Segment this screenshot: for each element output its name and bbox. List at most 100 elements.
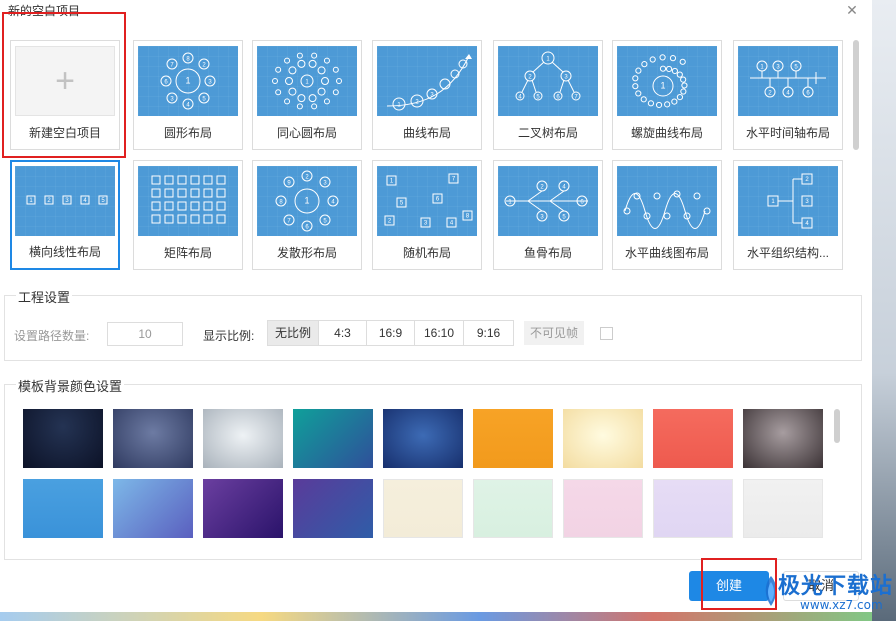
ratio-option-9-16[interactable]: 9:16 [464, 321, 513, 345]
ratio-option-16-10[interactable]: 16:10 [415, 321, 464, 345]
bg-color-swatch[interactable] [293, 479, 373, 538]
path-count-input[interactable] [107, 322, 183, 346]
layout-diagram-icon: 12345 [15, 166, 115, 236]
template-label: 发散形布局 [276, 246, 337, 260]
bg-color-swatch[interactable] [563, 409, 643, 468]
color-scrollbar[interactable] [834, 409, 840, 443]
layout-thumb-random: 17568234 [377, 166, 477, 236]
template-label: 水平组织结构... [746, 246, 829, 260]
template-label: 螺旋曲线布局 [630, 126, 703, 140]
layout-thumb-spiral: 1 [617, 46, 717, 116]
template-label: 矩阵布局 [163, 246, 212, 260]
svg-text:1: 1 [304, 196, 309, 206]
dialog-title: 新的空白项目 [8, 4, 81, 18]
layout-diagram-icon [617, 166, 717, 236]
ratio-option-none[interactable]: 无比例 [268, 321, 319, 345]
bg-color-swatch[interactable] [473, 409, 553, 468]
svg-text:1: 1 [185, 76, 190, 86]
template-label: 水平时间轴布局 [745, 126, 830, 140]
template-label: 二叉树布局 [517, 126, 578, 140]
plus-icon: + [55, 62, 75, 100]
watermark-brand: 极光下载站 [778, 574, 894, 599]
layout-diagram-icon: 12 34 5 6 7 [498, 46, 598, 116]
ratio-selector: 无比例 4:3 16:9 16:10 9:16 [267, 320, 514, 346]
bg-color-swatch[interactable] [473, 479, 553, 538]
ratio-option-4-3[interactable]: 4:3 [319, 321, 367, 345]
layout-diagram-icon: 1234 [738, 166, 838, 236]
bg-color-swatch[interactable] [113, 479, 193, 538]
close-icon[interactable]: ✕ [844, 2, 860, 18]
layout-thumb-tree: 1234567 [498, 46, 598, 116]
ratio-label: 显示比例: [203, 329, 255, 343]
template-card-spiral[interactable]: 1 螺旋曲线布局 [612, 40, 722, 150]
layout-diagram-icon: 1 [617, 46, 717, 116]
template-card-fishbone[interactable]: 1 6 2 4 3 5 鱼骨布局 [493, 160, 603, 270]
bg-color-swatch[interactable] [383, 409, 463, 468]
ratio-option-16-9[interactable]: 16:9 [367, 321, 415, 345]
bg-color-swatch[interactable] [653, 479, 733, 538]
background-app-peek [0, 612, 872, 621]
template-label: 横向线性布局 [28, 245, 101, 259]
layout-diagram-icon: 1 62 43 5 [498, 166, 598, 236]
bg-color-swatch[interactable] [563, 479, 643, 538]
template-label: 同心圆布局 [276, 126, 337, 140]
layout-thumb-fishbone: 162435 [498, 166, 598, 236]
template-label: 随机布局 [402, 246, 451, 260]
template-card-blank[interactable]: + 新建空白项目 [10, 40, 120, 150]
bg-color-swatch[interactable] [203, 479, 283, 538]
template-grid: + 新建空白项目 1 8 2 3 5 4 3 6 7 圆形布局 1 同心圆布局 1 2 3 曲线布局 1 2 3 4 5 6 7… [10, 40, 850, 272]
layout-thumb-curve: 123 [377, 46, 477, 116]
layout-thumb-org: 1234 [738, 166, 838, 236]
layout-thumb-wave [617, 166, 717, 236]
layout-thumb-linear: 12345 [15, 166, 115, 236]
template-label: 鱼骨布局 [523, 246, 572, 260]
template-label: 新建空白项目 [28, 126, 101, 140]
svg-text:1: 1 [660, 81, 665, 91]
template-card-timeline[interactable]: 1 3 5 2 4 6 水平时间轴布局 [733, 40, 843, 150]
bg-color-swatch[interactable] [113, 409, 193, 468]
layout-thumb-matrix [138, 166, 238, 236]
invisible-frame-label: 不可见帧 [524, 321, 585, 345]
template-label: 水平曲线图布局 [624, 246, 709, 260]
template-card-curve[interactable]: 1 2 3 曲线布局 [372, 40, 482, 150]
template-card-linear[interactable]: 1 2 3 4 5 横向线性布局 [10, 160, 120, 270]
bg-color-swatch[interactable] [653, 409, 733, 468]
layout-diagram-icon: 1 23 [377, 46, 477, 116]
project-settings-title: 工程设置 [16, 287, 73, 306]
bg-color-swatch[interactable] [743, 479, 823, 538]
template-label: 圆形布局 [163, 126, 212, 140]
template-scrollbar[interactable] [853, 40, 859, 150]
new-project-dialog: 新的空白项目 ✕ + 新建空白项目 1 8 2 3 5 4 3 6 7 圆形布局 1 同心圆布局 1 2 3 曲线… [0, 0, 872, 621]
bg-color-swatch[interactable] [743, 409, 823, 468]
template-card-random[interactable]: 1 7 5 6 8 2 3 4 随机布局 [372, 160, 482, 270]
bg-color-swatch[interactable] [293, 409, 373, 468]
layout-diagram-icon: 1 [257, 46, 357, 116]
template-card-circle[interactable]: 1 8 2 3 5 4 3 6 7 圆形布局 [133, 40, 243, 150]
path-count-label: 设置路径数量: [14, 329, 90, 343]
template-card-tree[interactable]: 1 2 3 4 5 6 7 二叉树布局 [493, 40, 603, 150]
layout-diagram-icon [138, 166, 238, 236]
template-card-wave[interactable]: 水平曲线图布局 [612, 160, 722, 270]
watermark-url: www.xz7.com [800, 598, 883, 612]
bg-color-swatch[interactable] [23, 409, 103, 468]
layout-thumb-concentric: 1 [257, 46, 357, 116]
template-card-matrix[interactable]: 矩阵布局 [133, 160, 243, 270]
layout-diagram-icon: 1 3 52 4 6 [738, 46, 838, 116]
invisible-frame-checkbox[interactable] [600, 327, 613, 340]
layout-diagram-icon: 182354367 [138, 46, 238, 116]
blank-project-thumb: + [15, 46, 115, 116]
layout-diagram-icon: 123456789 [257, 166, 357, 236]
bg-color-swatch[interactable] [383, 479, 463, 538]
layout-thumb-circle: 182354367 [138, 46, 238, 116]
layout-thumb-radial: 123456789 [257, 166, 357, 236]
template-card-radial[interactable]: 1 2 3 4 5 6 7 8 9 发散形布局 [252, 160, 362, 270]
template-card-concentric[interactable]: 1 同心圆布局 [252, 40, 362, 150]
bg-color-swatch[interactable] [23, 479, 103, 538]
create-button[interactable]: 创建 [689, 571, 769, 601]
layout-thumb-timeline: 135246 [738, 46, 838, 116]
bg-color-swatch[interactable] [203, 409, 283, 468]
template-card-org[interactable]: 1 2 3 4 水平组织结构... [733, 160, 843, 270]
layout-diagram-icon: 1 75682 3 4 [377, 166, 477, 236]
background-window-edge [872, 0, 896, 621]
template-label: 曲线布局 [402, 126, 451, 140]
